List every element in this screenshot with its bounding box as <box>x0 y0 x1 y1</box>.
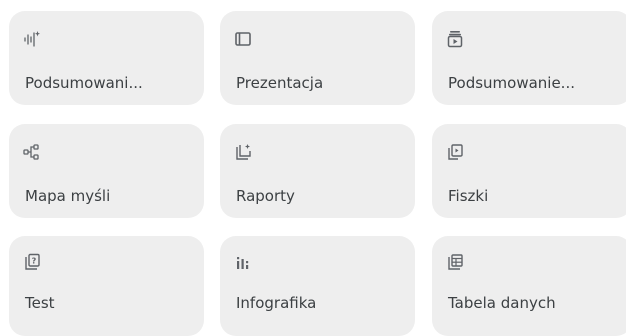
tile-label: Test <box>25 294 55 312</box>
flashcards-icon <box>446 143 464 161</box>
tile-audio-overview[interactable]: Podsumowani... <box>9 11 204 105</box>
tile-label: Infografika <box>236 294 317 312</box>
studio-tools-grid: Podsumowani... Prezentacja Podsumowanie.… <box>0 0 626 336</box>
tile-data-table[interactable]: Tabela danych <box>432 236 626 336</box>
tile-label: Raporty <box>236 187 295 205</box>
mind-map-icon <box>23 143 41 161</box>
reports-icon <box>234 143 252 161</box>
tile-infographic[interactable]: Infografika <box>220 236 415 336</box>
infographic-icon <box>234 253 252 271</box>
tile-label: Podsumowanie... <box>448 74 575 92</box>
data-table-icon <box>446 253 464 271</box>
audio-overview-icon <box>23 30 41 48</box>
svg-text:?: ? <box>32 257 37 266</box>
tile-flashcards[interactable]: Fiszki <box>432 124 626 218</box>
tile-presentation[interactable]: Prezentacja <box>220 11 415 105</box>
tile-label: Mapa myśli <box>25 187 111 205</box>
video-overview-icon <box>446 30 464 48</box>
tile-label: Podsumowani... <box>25 74 143 92</box>
quiz-icon: ? <box>23 253 41 271</box>
tile-label: Prezentacja <box>236 74 324 92</box>
tile-label: Fiszki <box>448 187 489 205</box>
slides-icon <box>234 30 252 48</box>
tile-label: Tabela danych <box>448 294 556 312</box>
tile-quiz[interactable]: ? Test <box>9 236 204 336</box>
tile-reports[interactable]: Raporty <box>220 124 415 218</box>
tile-mind-map[interactable]: Mapa myśli <box>9 124 204 218</box>
tile-video-overview[interactable]: Podsumowanie... <box>432 11 626 105</box>
